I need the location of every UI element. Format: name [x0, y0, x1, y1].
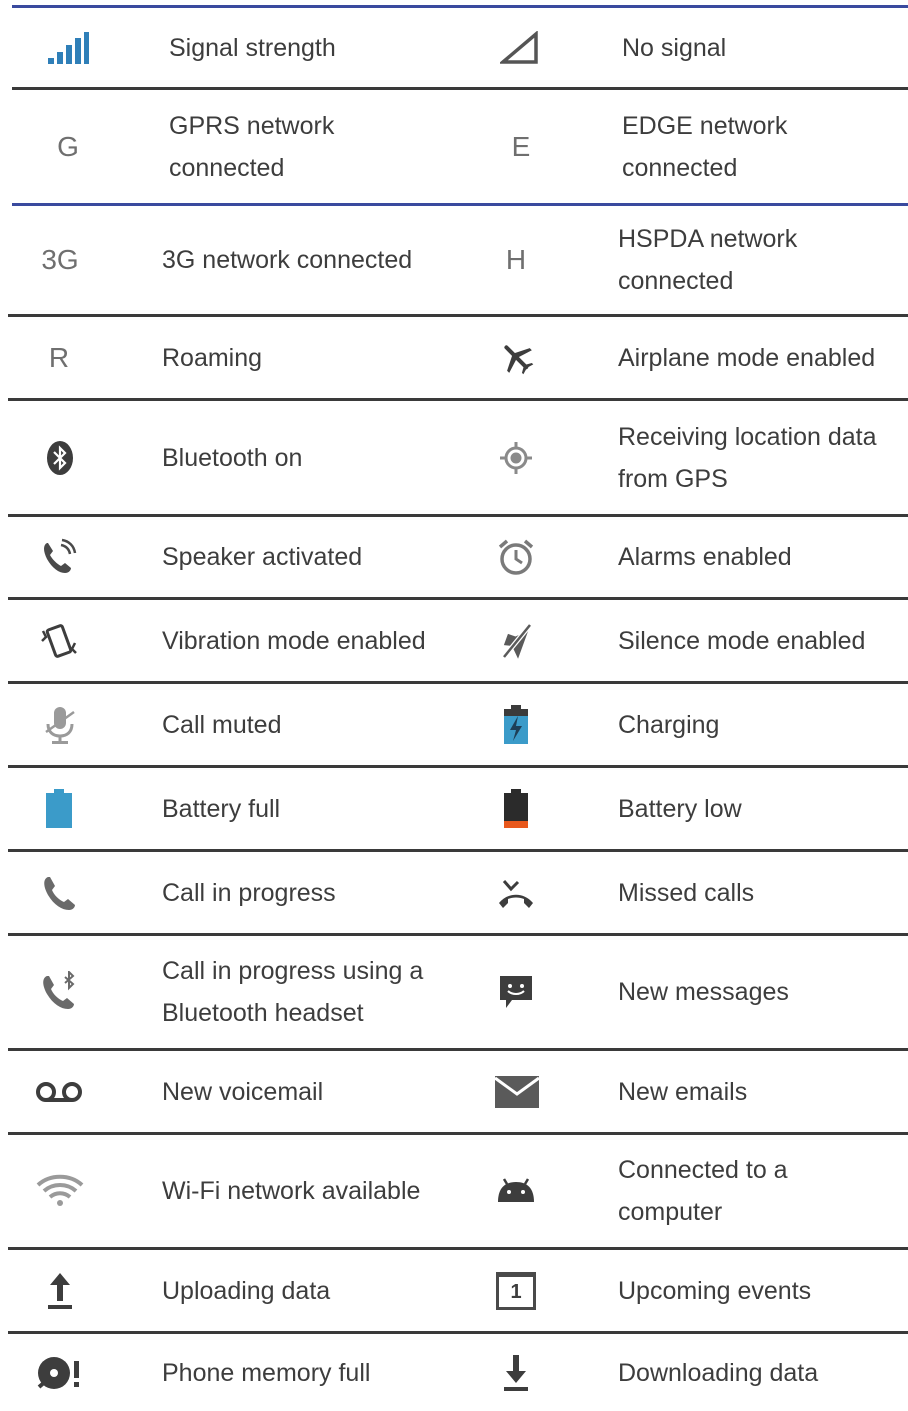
cell-label: Call in progress [162, 878, 336, 907]
cell-label: New voicemail [162, 1077, 324, 1106]
cell-label: Call muted [162, 710, 282, 739]
email-icon [492, 1051, 542, 1132]
roaming-icon: R [48, 341, 70, 373]
calendar-icon: 1 [491, 1250, 541, 1331]
cell-label: Phone memory full [162, 1358, 371, 1387]
mic-muted-icon [35, 684, 85, 765]
no-signal-icon [495, 8, 545, 87]
voicemail-icon [34, 1051, 84, 1132]
gps-icon [491, 401, 541, 514]
cell-label: Speaker activated [162, 543, 363, 571]
battery-full-icon [34, 768, 84, 849]
table-row: Call in progress Missed calls [0, 852, 908, 933]
upload-icon [35, 1250, 85, 1331]
gprs-icon: G [57, 130, 79, 162]
table-row: New voicemail New emails [0, 1051, 908, 1132]
cell-label: Call in progress using a Bluetooth heads… [162, 957, 424, 1027]
charging-icon [491, 684, 541, 765]
cell-label: GPRS network connected [169, 111, 335, 182]
3g-icon: 3G [41, 244, 79, 275]
cell-label: Battery low [618, 794, 742, 823]
cell-label: Silence mode enabled [618, 626, 866, 655]
usb-android-icon [491, 1135, 541, 1247]
vibration-icon [34, 600, 84, 681]
table-row: 3G 3G network connected H HSPDA network … [0, 206, 908, 314]
cell-label: Missed calls [618, 878, 755, 907]
cell-label: New emails [618, 1077, 748, 1106]
cell-label: Downloading data [618, 1358, 819, 1387]
cell-label: Upcoming events [618, 1276, 812, 1305]
table-row: G GPRS network connected E EDGE network … [0, 90, 908, 203]
bluetooth-call-icon [35, 936, 85, 1048]
memory-full-icon [35, 1334, 85, 1411]
cell-label: Alarms enabled [618, 543, 792, 571]
cell-label: EDGE network connected [622, 111, 788, 182]
cell-label: Airplane mode enabled [618, 343, 876, 372]
table-row: Vibration mode enabled Silence mode enab… [0, 600, 908, 681]
cell-label: No signal [622, 33, 727, 62]
hspda-icon: H [505, 244, 527, 275]
cell-label: Roaming [162, 343, 263, 372]
download-icon [491, 1334, 541, 1411]
table-row: Bluetooth on Receiving location data fro… [0, 401, 908, 514]
calendar-day: 1 [496, 1271, 536, 1310]
cell-label: HSPDA network connected [618, 225, 798, 295]
table-row: Call in progress using a Bluetooth heads… [0, 936, 908, 1048]
cell-label: Battery full [162, 794, 281, 823]
table-row: R Roaming Airplane mode enabled [0, 317, 908, 398]
cell-label: Receiving location data from GPS [618, 422, 877, 493]
battery-low-icon [491, 768, 541, 849]
cell-label: Bluetooth on [162, 443, 303, 472]
table-row: Wi-Fi network available Connected to a c… [0, 1135, 908, 1247]
cell-label: Charging [618, 710, 720, 739]
edge-icon: E [511, 130, 531, 162]
table-row: Uploading data 1 Upcoming events [0, 1250, 908, 1331]
table-row: Call muted Charging [0, 684, 908, 765]
alarm-icon [491, 517, 541, 597]
speaker-phone-icon [34, 517, 84, 597]
table-row: Signal strength No signal [0, 8, 908, 87]
signal-strength-icon [43, 8, 93, 87]
cell-label: New messages [618, 978, 789, 1006]
bluetooth-icon [35, 401, 85, 514]
cell-label: Vibration mode enabled [162, 626, 426, 655]
cell-label: Signal strength [169, 33, 336, 62]
airplane-icon [492, 317, 542, 398]
wifi-icon [35, 1135, 85, 1247]
table-row: Phone memory full Downloading data [0, 1334, 908, 1411]
cell-label: 3G network connected [162, 246, 413, 274]
missed-call-icon [491, 852, 541, 933]
cell-label: Uploading data [162, 1276, 331, 1305]
message-icon [491, 936, 541, 1048]
silence-icon [491, 600, 541, 681]
table-row: Battery full Battery low [0, 768, 908, 849]
cell-label: Connected to a computer [618, 1156, 788, 1226]
call-icon [35, 852, 85, 933]
table-row: Speaker activated Alarms enabled [0, 517, 908, 597]
cell-label: Wi-Fi network available [162, 1177, 421, 1205]
